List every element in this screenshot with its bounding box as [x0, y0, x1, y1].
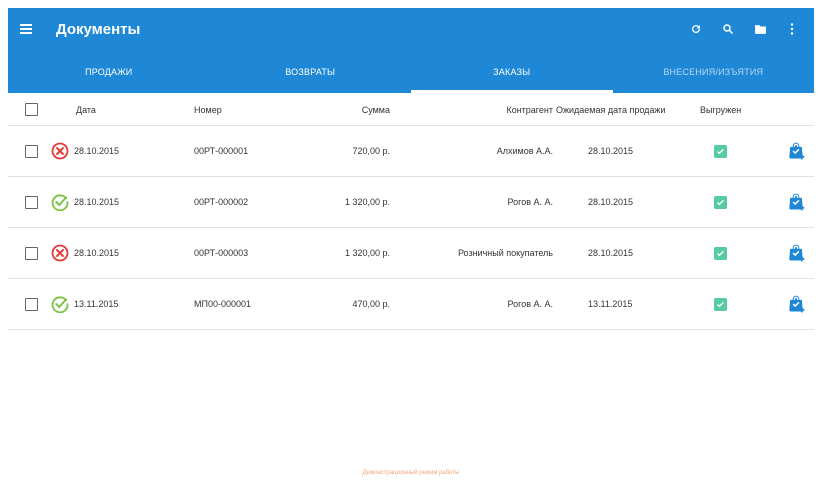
- status-cell: [51, 126, 69, 176]
- check-icon: [717, 250, 724, 256]
- add-to-cart-button[interactable]: [786, 279, 806, 329]
- page-title: Документы: [56, 20, 141, 38]
- uploaded-checkbox: [714, 144, 727, 158]
- select-all-checkbox[interactable]: [25, 103, 38, 116]
- col-expected-date[interactable]: Ожидаемая дата продажи: [556, 93, 665, 126]
- row-expected-date: 28.10.2015: [588, 197, 634, 207]
- add-to-cart-button[interactable]: [786, 177, 806, 227]
- row-checkbox-cell: [25, 228, 38, 278]
- shopping-bag-add-icon: [789, 193, 805, 211]
- table-row[interactable]: 13.11.2015 МП00-000001 470,00 р. Рогов А…: [8, 279, 814, 330]
- check-icon: [717, 301, 724, 307]
- col-number[interactable]: Номер: [194, 93, 222, 126]
- status-cell: [51, 177, 69, 227]
- uploaded-cell: [714, 279, 727, 329]
- col-date[interactable]: Дата: [76, 93, 96, 126]
- tab-orders[interactable]: ЗАКАЗЫ: [411, 50, 613, 93]
- row-number: МП00-000001: [194, 299, 252, 309]
- uploaded-checkbox: [714, 246, 727, 260]
- table-row[interactable]: 28.10.2015 00РТ-000003 1 320,00 р. Розни…: [8, 228, 814, 279]
- tab-cash-in-out[interactable]: ВНЕСЕНИЯ/ИЗЪЯТИЯ: [613, 50, 815, 93]
- ok-status-icon: [51, 194, 69, 211]
- row-checkbox-cell: [25, 279, 38, 329]
- table-row[interactable]: 28.10.2015 00РТ-000001 720,00 р. Алхимов…: [8, 126, 814, 177]
- tab-returns[interactable]: ВОЗВРАТЫ: [210, 50, 412, 93]
- tab-sales[interactable]: ПРОДАЖИ: [8, 50, 210, 93]
- col-counterparty[interactable]: Контрагент: [468, 93, 553, 126]
- row-expected-date: 28.10.2015: [588, 248, 634, 258]
- add-to-cart-button[interactable]: [786, 228, 806, 278]
- row-counterparty: Алхимов А.А.: [496, 146, 553, 156]
- row-sum: 470,00 р.: [352, 299, 390, 309]
- col-sum[interactable]: Сумма: [288, 93, 390, 126]
- search-button[interactable]: [712, 13, 744, 45]
- row-expected-date: 28.10.2015: [588, 146, 634, 156]
- more-button[interactable]: [776, 13, 808, 45]
- ok-status-icon: [51, 296, 69, 313]
- row-sum: 1 320,00 р.: [344, 248, 390, 258]
- demo-mode-note: Демонстрационный режим работы: [362, 470, 460, 476]
- uploaded-cell: [714, 177, 727, 227]
- row-counterparty: Рогов А. А.: [507, 299, 554, 309]
- error-status-icon: [51, 244, 69, 262]
- status-cell: [51, 279, 69, 329]
- row-date: 28.10.2015: [74, 197, 120, 207]
- row-counterparty: Рогов А. А.: [507, 197, 554, 207]
- row-date: 28.10.2015: [74, 248, 120, 258]
- uploaded-cell: [714, 126, 727, 176]
- row-checkbox[interactable]: [25, 144, 38, 158]
- row-checkbox-cell: [25, 177, 38, 227]
- row-checkbox[interactable]: [25, 297, 38, 311]
- row-date: 28.10.2015: [74, 146, 120, 156]
- more-vert-icon: [790, 23, 794, 35]
- add-to-cart-button[interactable]: [786, 126, 806, 176]
- table-row[interactable]: 28.10.2015 00РТ-000002 1 320,00 р. Рогов…: [8, 177, 814, 228]
- uploaded-checkbox: [714, 195, 727, 209]
- refresh-button[interactable]: [680, 13, 712, 45]
- select-all-cell: [25, 93, 38, 126]
- row-checkbox[interactable]: [25, 246, 38, 260]
- row-number: 00РТ-000002: [194, 197, 249, 207]
- row-date: 13.11.2015: [74, 299, 119, 309]
- row-sum: 1 320,00 р.: [344, 197, 390, 207]
- refresh-icon: [692, 25, 701, 34]
- row-checkbox[interactable]: [25, 195, 38, 209]
- folder-icon: [754, 24, 766, 34]
- error-status-icon: [51, 142, 69, 160]
- uploaded-checkbox: [714, 297, 727, 311]
- row-counterparty: Розничный покупатель: [457, 248, 553, 258]
- row-number: 00РТ-000001: [194, 146, 249, 156]
- toolbar-actions: [680, 8, 808, 50]
- shopping-bag-add-icon: [789, 244, 805, 262]
- tab-bar: ПРОДАЖИ ВОЗВРАТЫ ЗАКАЗЫ ВНЕСЕНИЯ/ИЗЪЯТИЯ: [8, 50, 814, 93]
- row-number: 00РТ-000003: [194, 248, 249, 258]
- app-bar: Документы: [8, 8, 814, 50]
- col-uploaded[interactable]: Выгружен: [700, 93, 741, 126]
- row-expected-date: 13.11.2015: [588, 299, 633, 309]
- row-sum: 720,00 р.: [352, 146, 390, 156]
- hamburger-icon: [20, 24, 32, 34]
- row-checkbox-cell: [25, 126, 38, 176]
- uploaded-cell: [714, 228, 727, 278]
- check-icon: [717, 148, 724, 154]
- status-cell: [51, 228, 69, 278]
- app-frame: Документы ПРОДАЖИ ВОЗВРАТЫ ЗАКАЗЫ ВНЕСЕН…: [8, 8, 814, 480]
- shopping-bag-add-icon: [789, 142, 805, 160]
- search-icon: [723, 24, 734, 35]
- table-header: Дата Номер Сумма Контрагент Ожидаемая да…: [8, 93, 814, 126]
- menu-button[interactable]: [8, 8, 44, 50]
- shopping-bag-add-icon: [789, 295, 805, 313]
- check-icon: [717, 199, 724, 205]
- folder-button[interactable]: [744, 13, 776, 45]
